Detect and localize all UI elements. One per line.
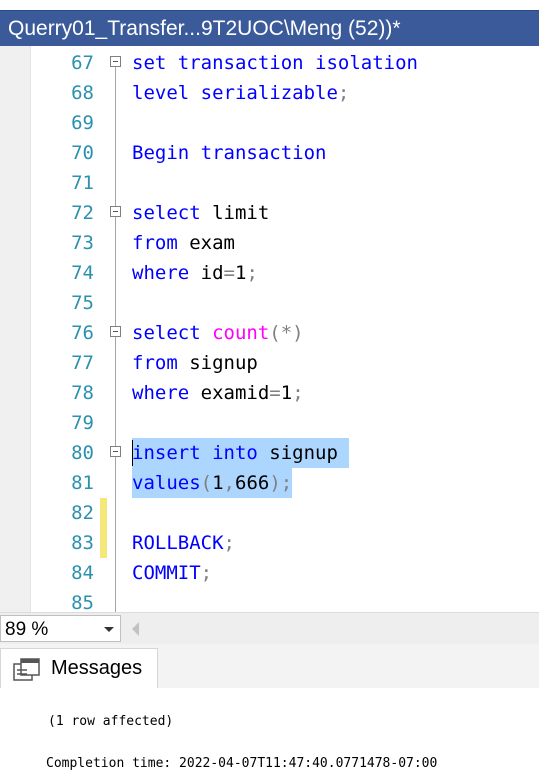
line-number: 83 — [71, 532, 94, 554]
change-marker — [100, 528, 107, 558]
code-line[interactable]: 78 where examid=1; — [0, 378, 539, 408]
code-line[interactable]: 74 where id=1; — [0, 258, 539, 288]
code-line[interactable]: 69 — [0, 108, 539, 138]
line-number: 67 — [71, 52, 94, 74]
results-tab-strip: Messages — [0, 644, 539, 688]
line-number: 75 — [71, 292, 94, 314]
collapse-icon[interactable] — [110, 326, 121, 337]
line-number: 68 — [71, 82, 94, 104]
code-text: select count(*) — [132, 322, 304, 344]
code-line[interactable]: 71 — [0, 168, 539, 198]
code-line[interactable]: 77 from signup — [0, 348, 539, 378]
line-number: 70 — [71, 142, 94, 164]
message-completion-time: Completion time: 2022-04-07T11:47:40.077… — [46, 756, 438, 771]
line-number: 81 — [71, 472, 94, 494]
code-line[interactable]: 82 — [0, 498, 539, 528]
document-tab[interactable]: Querry01_Transfer...9T2UOC\Meng (52))* — [0, 10, 539, 46]
code-line[interactable]: 75 — [0, 288, 539, 318]
chevron-down-icon[interactable] — [104, 627, 114, 632]
code-line[interactable]: 70 Begin transaction — [0, 138, 539, 168]
line-number: 73 — [71, 232, 94, 254]
top-strip — [0, 0, 539, 10]
code-text: set transaction isolation — [132, 52, 418, 74]
code-line[interactable]: 79 — [0, 408, 539, 438]
code-line[interactable]: 76 select count(*) — [0, 318, 539, 348]
messages-tab-label: Messages — [51, 657, 143, 679]
line-number: 84 — [71, 562, 94, 584]
scroll-left-arrow-icon[interactable] — [132, 622, 139, 636]
selected-code-text: insert into signup — [132, 438, 350, 468]
code-line[interactable]: 68 level serializable; — [0, 78, 539, 108]
code-text: from exam — [132, 232, 235, 254]
code-line[interactable]: 72 select limit — [0, 198, 539, 228]
code-line[interactable]: 85 — [0, 588, 539, 612]
line-number: 79 — [71, 412, 94, 434]
code-text: ROLLBACK; — [132, 532, 235, 554]
line-number: 76 — [71, 322, 94, 344]
collapse-icon[interactable] — [110, 206, 121, 217]
line-number: 78 — [71, 382, 94, 404]
messages-icon — [13, 658, 40, 681]
code-line-selected[interactable]: 81 values(1,666); — [0, 468, 539, 498]
selected-code-text: values(1,666); — [132, 468, 293, 498]
zoom-value: 89 % — [5, 619, 49, 640]
code-editor[interactable]: 67 set transaction isolation 68 level se… — [0, 46, 539, 612]
code-text: COMMIT; — [132, 562, 213, 584]
code-line[interactable]: 84 COMMIT; — [0, 558, 539, 588]
code-text: where id=1; — [132, 262, 258, 284]
code-text: where examid=1; — [132, 382, 304, 404]
code-text: level serializable; — [132, 82, 350, 104]
line-number: 69 — [71, 112, 94, 134]
code-line[interactable]: 73 from exam — [0, 228, 539, 258]
code-line[interactable]: 83 ROLLBACK; — [0, 528, 539, 558]
line-number: 82 — [71, 502, 94, 524]
change-marker — [100, 498, 107, 528]
line-number: 77 — [71, 352, 94, 374]
code-text: select limit — [132, 202, 270, 224]
code-line[interactable]: 67 set transaction isolation — [0, 48, 539, 78]
line-number: 80 — [71, 442, 94, 464]
tab-messages[interactable]: Messages — [0, 648, 158, 688]
line-number: 71 — [71, 172, 94, 194]
message-rows-affected: (1 row affected) — [48, 714, 174, 729]
collapse-icon[interactable] — [110, 56, 121, 67]
results-panel: Messages (1 row affected) Completion tim… — [0, 644, 539, 782]
line-number: 74 — [71, 262, 94, 284]
line-number: 85 — [71, 592, 94, 612]
line-number: 72 — [71, 202, 94, 224]
zoom-dropdown[interactable]: 89 % — [0, 615, 121, 642]
editor-status-bar: 89 % — [0, 612, 539, 644]
collapse-icon[interactable] — [110, 446, 121, 457]
text-caret — [132, 440, 133, 466]
code-line-selected[interactable]: 80 insert into signup — [0, 438, 539, 468]
code-text: from signup — [132, 352, 258, 374]
code-text: Begin transaction — [132, 142, 327, 164]
document-tab-title: Querry01_Transfer...9T2UOC\Meng (52))* — [8, 17, 401, 40]
